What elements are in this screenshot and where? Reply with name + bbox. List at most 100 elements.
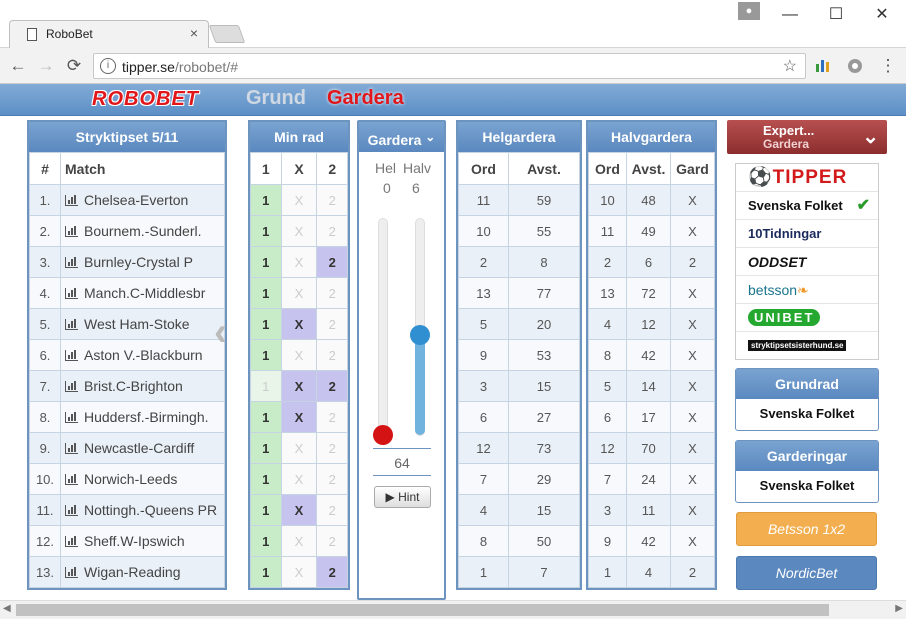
pick-x[interactable]: X (280, 463, 318, 495)
stats-bar-icon[interactable] (65, 443, 78, 454)
stats-bar-icon[interactable] (65, 288, 78, 299)
nav-grund[interactable]: Grund (246, 87, 306, 110)
robobet-logo[interactable]: ROBOBET (92, 88, 199, 111)
pick-1[interactable]: 1 (250, 432, 282, 464)
browser-tab[interactable]: RoboBet × (9, 20, 209, 48)
match-cell[interactable]: Huddersf.-Birmingh. (60, 401, 225, 433)
pick-x[interactable]: X (280, 339, 318, 371)
pick-1[interactable]: 1 (250, 370, 282, 402)
pick-1[interactable]: 1 (250, 494, 282, 526)
pick-2[interactable]: 2 (316, 401, 348, 433)
pick-1[interactable]: 1 (250, 401, 282, 433)
betsson-1x2-button[interactable]: Betsson 1x2 (736, 512, 877, 546)
scrollbar-thumb[interactable] (16, 604, 829, 616)
brand-unibet[interactable]: UNIBET (736, 304, 878, 332)
pick-x[interactable]: X (280, 215, 318, 247)
pick-2[interactable]: 2 (316, 246, 348, 278)
chart-extension-icon[interactable] (814, 58, 832, 74)
match-cell[interactable]: Norwich-Leeds (60, 463, 225, 495)
brand-oddset[interactable]: ODDSET (736, 248, 878, 276)
horizontal-scrollbar[interactable]: ◀ ▶ (0, 600, 906, 619)
hint-button[interactable]: ▶ Hint (374, 486, 431, 508)
halv-slider[interactable] (410, 218, 430, 436)
match-cell[interactable]: Bournem.-Sunderl. (60, 215, 225, 247)
url-text[interactable]: tipper.se/robobet/# (122, 59, 238, 75)
match-cell[interactable]: Burnley-Crystal P (60, 246, 225, 278)
pick-x[interactable]: X (280, 494, 318, 526)
user-icon[interactable]: ● (738, 2, 760, 20)
pick-2[interactable]: 2 (316, 525, 348, 557)
scroll-right-icon[interactable]: ▶ (895, 603, 903, 614)
pick-2[interactable]: 2 (316, 308, 348, 340)
stats-bar-icon[interactable] (65, 319, 78, 330)
match-cell[interactable]: Sheff.W-Ipswich (60, 525, 225, 557)
stats-bar-icon[interactable] (65, 474, 78, 485)
pick-2[interactable]: 2 (316, 339, 348, 371)
match-cell[interactable]: West Ham-Stoke (60, 308, 225, 340)
match-cell[interactable]: Manch.C-Middlesbr (60, 277, 225, 309)
forward-button[interactable]: → (34, 54, 58, 78)
stats-bar-icon[interactable] (65, 226, 78, 237)
pick-2[interactable]: 2 (316, 432, 348, 464)
new-tab-button[interactable] (208, 25, 246, 43)
match-cell[interactable]: Nottingh.-Queens PR (60, 494, 225, 526)
brand-stryktipset[interactable]: stryktipsetsisterhund.se (736, 332, 878, 360)
pick-2[interactable]: 2 (316, 277, 348, 309)
pick-x[interactable]: X (280, 246, 318, 278)
close-window-button[interactable]: ✕ (862, 2, 902, 28)
match-cell[interactable]: Aston V.-Blackburn (60, 339, 225, 371)
grundrad-box[interactable]: Grundrad Svenska Folket (735, 368, 879, 431)
brand-tipper[interactable]: ⚽TIPPER (736, 164, 878, 192)
pick-1[interactable]: 1 (250, 308, 282, 340)
match-cell[interactable]: Newcastle-Cardiff (60, 432, 225, 464)
hel-slider[interactable] (373, 218, 393, 445)
stats-bar-icon[interactable] (65, 505, 78, 516)
pick-1[interactable]: 1 (250, 277, 282, 309)
gardera-toggle-icon[interactable]: ⌄ (425, 130, 435, 144)
pick-1[interactable]: 1 (250, 246, 282, 278)
nordicbet-button[interactable]: NordicBet (736, 556, 877, 590)
maximize-button[interactable]: ☐ (816, 2, 856, 28)
stats-bar-icon[interactable] (65, 412, 78, 423)
pick-2[interactable]: 2 (316, 556, 348, 588)
stats-bar-icon[interactable] (65, 381, 78, 392)
browser-menu-icon[interactable]: ⋮ (876, 54, 900, 78)
collapse-arrow-icon[interactable]: ‹ (214, 310, 227, 355)
pick-1[interactable]: 1 (250, 215, 282, 247)
pick-x[interactable]: X (280, 432, 318, 464)
pick-1[interactable]: 1 (250, 463, 282, 495)
halv-slider-knob[interactable] (410, 324, 430, 345)
pick-x[interactable]: X (280, 401, 318, 433)
expert-gardera-button[interactable]: Expert... Gardera ⌄ (727, 120, 887, 154)
nav-gardera[interactable]: Gardera (327, 87, 404, 110)
brand-betsson[interactable]: betsson❧ (736, 276, 878, 304)
pick-2[interactable]: 2 (316, 370, 348, 402)
tab-close-icon[interactable]: × (190, 25, 198, 41)
pick-x[interactable]: X (280, 184, 318, 216)
gardera-title[interactable]: Gardera ⌄ (359, 122, 444, 152)
address-bar[interactable]: i tipper.se/robobet/# ☆ (93, 53, 806, 79)
garderingar-box[interactable]: Garderingar Svenska Folket (735, 440, 879, 503)
pick-2[interactable]: 2 (316, 215, 348, 247)
hel-slider-knob[interactable] (373, 425, 393, 445)
brand-svenska-folket[interactable]: Svenska Folket ✔ (736, 192, 878, 220)
minimize-button[interactable]: — (770, 2, 810, 28)
match-cell[interactable]: Wigan-Reading (60, 556, 225, 588)
back-button[interactable]: ← (6, 54, 30, 78)
bookmark-star-icon[interactable]: ☆ (783, 56, 797, 76)
pick-2[interactable]: 2 (316, 494, 348, 526)
pick-1[interactable]: 1 (250, 184, 282, 216)
stats-bar-icon[interactable] (65, 536, 78, 547)
pick-1[interactable]: 1 (250, 556, 282, 588)
pick-2[interactable]: 2 (316, 184, 348, 216)
brand-10tidningar[interactable]: 10Tidningar (736, 220, 878, 248)
info-icon[interactable]: i (100, 58, 116, 74)
pick-2[interactable]: 2 (316, 463, 348, 495)
stats-bar-icon[interactable] (65, 195, 78, 206)
pick-1[interactable]: 1 (250, 339, 282, 371)
extension-icon[interactable] (846, 58, 864, 74)
reload-button[interactable]: ⟳ (62, 54, 86, 78)
stats-bar-icon[interactable] (65, 350, 78, 361)
match-cell[interactable]: Brist.C-Brighton (60, 370, 225, 402)
pick-1[interactable]: 1 (250, 525, 282, 557)
